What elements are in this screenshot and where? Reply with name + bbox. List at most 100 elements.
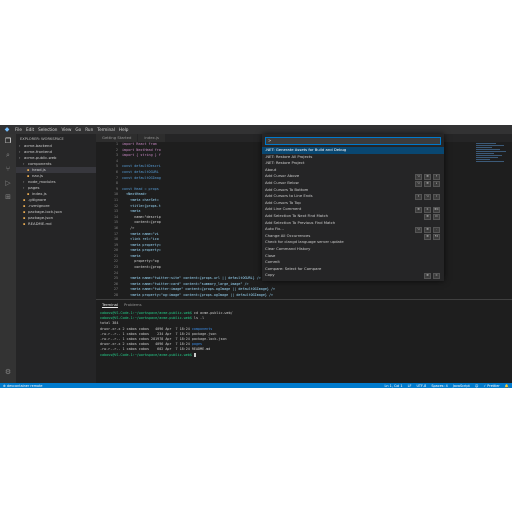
debug-icon[interactable]: ▷ — [0, 176, 16, 190]
command-item[interactable]: Add Line Comment ⌘ K ⌘C — [262, 206, 444, 214]
command-palette: > .NET: Generate Assets for Build and De… — [262, 134, 444, 281]
command-item[interactable]: Add Cursor Below ⌥ ⌘ ↓ — [262, 180, 444, 187]
menu-go[interactable]: Go — [75, 127, 81, 132]
key-cap: ⌘ — [424, 273, 431, 280]
command-label: Add Cursor Below — [265, 179, 299, 185]
tree-item-label: node_modules — [28, 179, 56, 184]
terminal-command: cd acme-public-web/ — [191, 311, 233, 315]
search-icon[interactable]: ⌕ — [0, 148, 16, 162]
command-palette-input[interactable]: > — [265, 137, 441, 145]
menu-selection[interactable]: Selection — [38, 127, 57, 132]
minimap-line — [476, 155, 502, 156]
tab-index-js[interactable]: index.js — [138, 134, 166, 142]
tree-item-label: acme-backend — [24, 143, 52, 148]
menu-edit[interactable]: Edit — [26, 127, 34, 132]
minimap-line — [476, 161, 504, 162]
terminal-line: caboss@VS-Code-1:~/workspace/acme-public… — [100, 352, 500, 358]
menu-terminal[interactable]: Terminal — [97, 127, 115, 132]
terminal-cursor — [193, 352, 196, 357]
command-item[interactable]: Clear Command History — [262, 246, 444, 253]
command-item[interactable]: Change All Occurrences ⌘ F2 — [262, 233, 444, 240]
tab-getting-started[interactable]: Getting Started — [96, 134, 139, 142]
command-item[interactable]: Add Cursors to Line Ends ⇧ ⌥ I — [262, 193, 444, 201]
terminal-prompt: caboss@VS-Code-1:~/workspace/acme-public… — [100, 316, 192, 321]
status-item[interactable]: UTF-8 — [416, 384, 426, 388]
source-control-icon[interactable]: ⑂ — [0, 162, 16, 176]
command-item[interactable]: Add Selection To Next Find Match ⌘ D — [262, 213, 444, 220]
command-item[interactable]: Copy ⌘ C — [262, 272, 444, 280]
tab-terminal[interactable]: Terminal — [102, 302, 119, 308]
minimap-line — [476, 159, 490, 160]
vscode-logo-icon: ◆ — [4, 126, 10, 133]
terminal-prompt: caboss@VS-Code-1:~/workspace/acme-public… — [100, 311, 192, 315]
tree-item-label: package.json — [28, 215, 53, 220]
explorer-sidebar: EXPLORER: WORKSPACE › acme-backend › acme-f… — [16, 134, 96, 383]
command-label: .NET: Generate Assets for Build and Debu… — [265, 147, 347, 152]
terminal-prompt: caboss@VS-Code-1:~/workspace/acme-public… — [100, 352, 192, 357]
command-item[interactable]: Check for clangd language server update — [262, 239, 444, 246]
keybinding: ⌘ C — [422, 273, 440, 280]
tree-item-label: head.js — [32, 167, 46, 172]
command-item[interactable]: Close — [262, 253, 444, 260]
command-item[interactable]: Compare: Select for Compare — [262, 266, 444, 273]
files-icon[interactable]: ❐ — [0, 134, 16, 148]
remote-indicator[interactable]: ⊗ devcontainer remote — [0, 384, 43, 388]
status-item[interactable]: Ln 1, Col 1 — [385, 384, 403, 388]
command-item[interactable]: Add Cursor Above ⌥ ⌘ ↑ — [262, 173, 444, 181]
explorer-title: EXPLORER: WORKSPACE — [20, 137, 64, 141]
tree-item[interactable]: ▪ README.md — [16, 221, 96, 227]
menu-file[interactable]: File — [15, 127, 22, 132]
command-item[interactable]: Add Cursors To Top — [262, 200, 444, 207]
terminal-text: -rw-r--r-- 1 cabos cabos 602 Apr 7 18:24… — [100, 347, 211, 352]
tree-item-label: .gitignore — [28, 197, 47, 202]
command-label: About — [265, 166, 277, 172]
gear-icon[interactable]: ⚙ — [0, 365, 16, 379]
command-label: Close — [265, 252, 276, 258]
command-item[interactable]: Add Cursors To Bottom — [262, 187, 444, 194]
command-item[interactable]: .NET: Restore Project — [262, 160, 444, 167]
tree-item-label: components — [28, 161, 52, 166]
menu-run[interactable]: Run — [85, 127, 93, 132]
status-item[interactable]: 🔔 — [505, 384, 509, 388]
file-tree: › acme-backend › acme-frontend › acme-public-… — [16, 143, 96, 227]
command-item[interactable]: .NET: Restore All Projects — [262, 154, 444, 161]
command-item[interactable]: Auto Fix... ⌥ ⌘. — [262, 226, 444, 234]
minimap-line — [476, 151, 506, 152]
command-label: Commit — [265, 259, 280, 265]
minimap-line — [476, 157, 498, 158]
command-label: Clear Command History — [265, 245, 311, 251]
minimap[interactable] — [476, 142, 512, 182]
status-item[interactable]: JavaScript — [453, 384, 470, 388]
command-label: .NET: Restore All Projects — [265, 153, 313, 159]
command-item[interactable]: Add Selection To Previous Find Match — [262, 220, 444, 227]
menu-view[interactable]: View — [61, 127, 71, 132]
minimap-line — [476, 143, 496, 144]
menu-help[interactable]: Help — [119, 127, 129, 132]
terminal-text: drwxr-xr-x 2 cabos cabos 4096 Apr 7 18:2… — [100, 326, 192, 331]
command-label: Add Cursors to Line Ends — [265, 193, 313, 199]
command-label: Add Line Comment — [265, 206, 302, 212]
terminal-dir: pages — [191, 342, 203, 347]
tab-problems[interactable]: Problems — [124, 302, 142, 307]
status-item[interactable]: ✓ Prettier — [483, 384, 499, 388]
terminal-output[interactable]: caboss@VS-Code-1:~/workspace/acme-public… — [100, 311, 500, 358]
extensions-icon[interactable]: ⊞ — [0, 190, 16, 204]
terminal-text: total 384 — [100, 321, 119, 326]
command-label: Add Selection To Next Find Match — [265, 212, 329, 218]
command-list: .NET: Generate Assets for Build and Debu… — [262, 147, 444, 280]
command-item[interactable]: .NET: Generate Assets for Build and Debu… — [262, 147, 444, 154]
terminal-text: -rw-r--r-- 1 cabos cabos 234 Apr 7 18:24… — [100, 331, 217, 336]
command-item[interactable]: Commit — [262, 259, 444, 266]
status-item[interactable]: Spaces: 4 — [431, 384, 447, 388]
status-item[interactable]: ☺ — [475, 384, 479, 388]
tree-item-label: pages — [28, 185, 40, 190]
terminal-text: drwxr-xr-x 2 cabos cabos 4096 Apr 7 18:2… — [100, 342, 192, 347]
bottom-panel: Terminal Problems caboss@VS-Code-1:~/wor… — [96, 299, 512, 384]
command-item[interactable]: About — [262, 167, 444, 174]
status-item[interactable]: LF — [408, 384, 412, 388]
command-label: Add Selection To Previous Find Match — [265, 219, 336, 225]
tree-item-label: acme-public-web — [24, 155, 57, 160]
activity-bar: ❐ ⌕ ⑂ ▷ ⊞ ⚙ — [0, 134, 16, 383]
editor-area: Getting Started index.js 1 2 3 4 5 6 7 8 9 10 11 12… — [96, 134, 512, 308]
command-label: Check for clangd language server update — [265, 239, 344, 245]
